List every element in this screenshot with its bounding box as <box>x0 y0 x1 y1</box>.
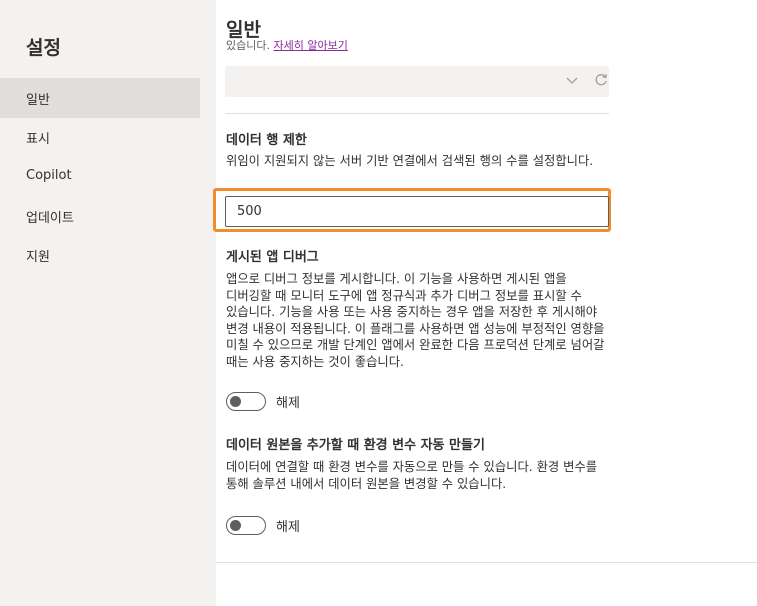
row-limit-description: 위임이 지원되지 않는 서버 기반 연결에서 검색된 행의 수를 설정합니다. <box>226 154 594 168</box>
sidebar-item-updates[interactable]: 업데이트 <box>0 196 200 236</box>
settings-content: 일반 있습니다. 자세히 알아보기 데이터 행 제한 위임이 지원되지 않는 서… <box>213 0 757 606</box>
debug-title: 게시된 앱 디버그 <box>226 250 319 265</box>
sidebar-item-display[interactable]: 표시 <box>0 117 200 157</box>
sidebar-item-label: 표시 <box>26 132 50 147</box>
sidebar-item-copilot[interactable]: Copilot <box>0 157 200 197</box>
toggle-knob <box>230 520 241 531</box>
sidebar-item-label: 업데이트 <box>26 211 74 226</box>
env-vars-toggle-row: 해제 <box>226 514 426 536</box>
debug-description: 앱으로 디버그 정보를 게시합니다. 이 기능을 사용하면 게시된 앱을 디버깅… <box>226 272 605 369</box>
sidebar-item-label: 일반 <box>26 93 50 108</box>
chevron-down-icon <box>566 77 578 84</box>
toggle-knob <box>230 396 241 407</box>
refresh-icon[interactable] <box>593 72 609 88</box>
clipped-text: 있습니다. <box>226 40 270 51</box>
sidebar-item-label: 지원 <box>26 250 50 265</box>
env-vars-description: 데이터에 연결할 때 환경 변수를 자동으로 만들 수 있습니다. 환경 변수를… <box>226 460 598 491</box>
page-title: 일반 <box>226 19 261 41</box>
disabled-dropdown[interactable] <box>225 66 609 97</box>
sidebar-item-general[interactable]: 일반 <box>0 78 200 118</box>
debug-toggle-row: 해제 <box>226 390 426 412</box>
row-limit-title: 데이터 행 제한 <box>226 133 307 148</box>
bottom-divider <box>216 562 757 563</box>
row-limit-input[interactable] <box>225 196 609 227</box>
sidebar-item-label: Copilot <box>26 168 72 183</box>
section-divider <box>225 113 609 114</box>
debug-toggle[interactable] <box>226 392 266 411</box>
sidebar-title: 설정 <box>26 37 61 59</box>
sidebar-item-support[interactable]: 지원 <box>0 235 200 275</box>
learn-more-link[interactable]: 자세히 알아보기 <box>273 40 347 51</box>
env-vars-toggle-label: 해제 <box>276 520 300 535</box>
debug-toggle-label: 해제 <box>276 396 300 411</box>
clipped-description: 있습니다. 자세히 알아보기 <box>226 40 646 51</box>
settings-sidebar: 설정 일반 표시 Copilot 업데이트 지원 <box>0 0 217 606</box>
env-vars-title: 데이터 원본을 추가할 때 환경 변수 자동 만들기 <box>226 438 485 453</box>
env-vars-toggle[interactable] <box>226 516 266 535</box>
